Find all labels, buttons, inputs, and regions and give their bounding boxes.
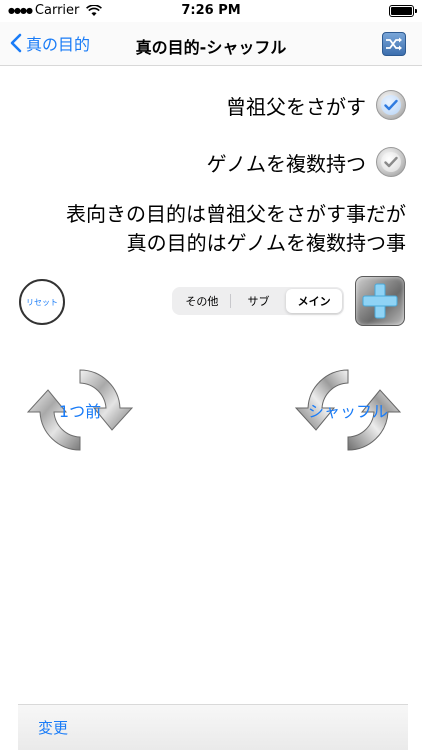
option-row-1: 曾祖父をさがす <box>226 90 406 120</box>
navigation-bar: 真の目的 真の目的-シャッフル <box>0 22 422 66</box>
shuffle-icon <box>386 37 402 51</box>
status-bar: ●●●● Carrier 7:26 PM <box>0 0 422 22</box>
previous-button[interactable]: 1つ前 <box>20 350 140 470</box>
shuffle-toggle-button[interactable] <box>382 32 406 56</box>
battery-icon <box>389 5 417 17</box>
change-button[interactable]: 変更 <box>38 717 68 738</box>
description-line-1: 表向きの目的は曾祖父をさがす事だが <box>66 202 406 226</box>
segment-main[interactable]: メイン <box>286 289 343 313</box>
shuffle-button-label: シャッフル <box>307 402 388 421</box>
previous-button-label: 1つ前 <box>58 402 102 421</box>
back-button[interactable]: 真の目的 <box>10 31 90 55</box>
category-segmented-control: その他 サブ メイン <box>172 287 344 315</box>
chevron-left-icon <box>10 33 22 53</box>
description-line-2: 真の目的はゲノムを複数持つ事 <box>126 231 406 255</box>
reset-button[interactable]: リセット <box>19 279 65 325</box>
option-checkbox-2[interactable] <box>376 147 406 177</box>
back-button-label: 真の目的 <box>26 35 91 54</box>
toolbar-background <box>18 704 408 750</box>
option-row-2: ゲノムを複数持つ <box>207 147 406 177</box>
option-label: 曾祖父をさがす <box>226 94 366 119</box>
shuffle-button[interactable]: シャッフル <box>288 350 408 470</box>
purpose-description: 表向きの目的は曾祖父をさがす事だが 真の目的はゲノムを複数持つ事 <box>6 200 406 258</box>
add-button[interactable] <box>355 276 405 326</box>
segment-sub[interactable]: サブ <box>231 289 287 313</box>
clock: 7:26 PM <box>181 3 241 18</box>
plus-icon <box>362 283 398 319</box>
segment-other[interactable]: その他 <box>174 289 230 313</box>
checkmark-icon <box>384 99 398 111</box>
reset-button-label: リセット <box>26 297 58 307</box>
option-checkbox-1[interactable] <box>376 90 406 120</box>
option-label: ゲノムを複数持つ <box>206 151 366 176</box>
checkmark-icon <box>384 156 398 168</box>
